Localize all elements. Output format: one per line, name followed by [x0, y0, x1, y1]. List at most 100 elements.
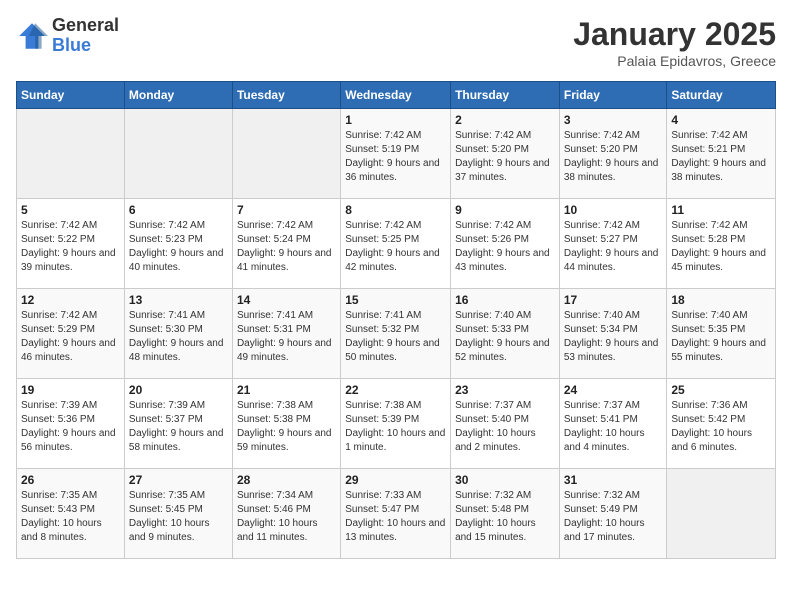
- calendar-body: 1Sunrise: 7:42 AM Sunset: 5:19 PM Daylig…: [17, 109, 776, 559]
- day-number: 8: [345, 203, 446, 217]
- day-info: Sunrise: 7:39 AM Sunset: 5:37 PM Dayligh…: [129, 399, 228, 455]
- day-cell: 14 Sunrise: 7:41 AM Sunset: 5:31 PM Dayli…: [232, 289, 340, 379]
- day-number: 31: [564, 473, 663, 487]
- day-number: 20: [129, 383, 228, 397]
- day-info: Sunrise: 7:42 AM Sunset: 5:28 PM Dayligh…: [671, 219, 771, 275]
- day-number: 18: [671, 293, 771, 307]
- logo: General Blue: [16, 16, 119, 56]
- day-number: 26: [21, 473, 120, 487]
- day-cell: 15 Sunrise: 7:41 AM Sunset: 5:32 PM Dayli…: [341, 289, 451, 379]
- day-number: 6: [129, 203, 228, 217]
- day-cell: 24Sunrise: 7:37 AM Sunset: 5:41 PM Dayli…: [559, 379, 667, 469]
- day-cell: [17, 109, 125, 199]
- day-number: 22: [345, 383, 446, 397]
- day-cell: 2Sunrise: 7:42 AM Sunset: 5:20 PM Daylig…: [451, 109, 560, 199]
- day-cell: 16 Sunrise: 7:40 AM Sunset: 5:33 PM Dayli…: [451, 289, 560, 379]
- day-info: Sunrise: 7:42 AM Sunset: 5:26 PM Dayligh…: [455, 219, 555, 275]
- day-number: 16: [455, 293, 555, 307]
- day-number: 7: [237, 203, 336, 217]
- day-header-monday: Monday: [124, 82, 232, 109]
- day-header-tuesday: Tuesday: [232, 82, 340, 109]
- day-info: Sunrise: 7:35 AM Sunset: 5:43 PM Dayligh…: [21, 489, 120, 545]
- day-header-sunday: Sunday: [17, 82, 125, 109]
- day-info: Sunrise: 7:37 AM Sunset: 5:41 PM Dayligh…: [564, 399, 663, 455]
- day-info: Sunrise: 7:41 AM Sunset: 5:30 PM Dayligh…: [129, 309, 228, 365]
- day-info: Sunrise: 7:41 AM Sunset: 5:32 PM Dayligh…: [345, 309, 446, 365]
- day-cell: 7 Sunrise: 7:42 AM Sunset: 5:24 PM Daylig…: [232, 199, 340, 289]
- day-cell: 11 Sunrise: 7:42 AM Sunset: 5:28 PM Dayli…: [667, 199, 776, 289]
- location-subtitle: Palaia Epidavros, Greece: [573, 53, 776, 69]
- day-cell: 19 Sunrise: 7:39 AM Sunset: 5:36 PM Dayli…: [17, 379, 125, 469]
- page-header: General Blue January 2025 Palaia Epidavr…: [16, 16, 776, 69]
- week-row-2: 5 Sunrise: 7:42 AM Sunset: 5:22 PM Daylig…: [17, 199, 776, 289]
- day-cell: 12 Sunrise: 7:42 AM Sunset: 5:29 PM Dayli…: [17, 289, 125, 379]
- day-cell: [124, 109, 232, 199]
- day-info: Sunrise: 7:38 AM Sunset: 5:39 PM Dayligh…: [345, 399, 446, 455]
- day-number: 3: [564, 113, 663, 127]
- day-number: 9: [455, 203, 555, 217]
- day-cell: 6Sunrise: 7:42 AM Sunset: 5:23 PM Daylig…: [124, 199, 232, 289]
- day-info: Sunrise: 7:34 AM Sunset: 5:46 PM Dayligh…: [237, 489, 336, 545]
- calendar-header: SundayMondayTuesdayWednesdayThursdayFrid…: [17, 82, 776, 109]
- title-block: January 2025 Palaia Epidavros, Greece: [573, 16, 776, 69]
- day-cell: 27 Sunrise: 7:35 AM Sunset: 5:45 PM Dayli…: [124, 469, 232, 559]
- day-info: Sunrise: 7:42 AM Sunset: 5:20 PM Dayligh…: [564, 129, 663, 185]
- day-number: 19: [21, 383, 120, 397]
- day-cell: 26 Sunrise: 7:35 AM Sunset: 5:43 PM Dayli…: [17, 469, 125, 559]
- day-info: Sunrise: 7:42 AM Sunset: 5:20 PM Dayligh…: [455, 129, 555, 185]
- day-info: Sunrise: 7:42 AM Sunset: 5:22 PM Dayligh…: [21, 219, 120, 275]
- day-number: 21: [237, 383, 336, 397]
- day-info: Sunrise: 7:40 AM Sunset: 5:35 PM Dayligh…: [671, 309, 771, 365]
- day-cell: 9 Sunrise: 7:42 AM Sunset: 5:26 PM Daylig…: [451, 199, 560, 289]
- day-number: 5: [21, 203, 120, 217]
- logo-text: General Blue: [52, 16, 119, 56]
- day-header-saturday: Saturday: [667, 82, 776, 109]
- day-number: 15: [345, 293, 446, 307]
- day-info: Sunrise: 7:42 AM Sunset: 5:24 PM Dayligh…: [237, 219, 336, 275]
- day-number: 10: [564, 203, 663, 217]
- day-cell: 3 Sunrise: 7:42 AM Sunset: 5:20 PM Daylig…: [559, 109, 667, 199]
- day-cell: 18 Sunrise: 7:40 AM Sunset: 5:35 PM Dayli…: [667, 289, 776, 379]
- day-cell: 13 Sunrise: 7:41 AM Sunset: 5:30 PM Dayli…: [124, 289, 232, 379]
- day-number: 11: [671, 203, 771, 217]
- day-number: 4: [671, 113, 771, 127]
- day-header-friday: Friday: [559, 82, 667, 109]
- day-number: 23: [455, 383, 555, 397]
- day-info: Sunrise: 7:42 AM Sunset: 5:25 PM Dayligh…: [345, 219, 446, 275]
- day-cell: 25Sunrise: 7:36 AM Sunset: 5:42 PM Dayli…: [667, 379, 776, 469]
- day-info: Sunrise: 7:42 AM Sunset: 5:29 PM Dayligh…: [21, 309, 120, 365]
- day-header-wednesday: Wednesday: [341, 82, 451, 109]
- day-number: 27: [129, 473, 228, 487]
- day-info: Sunrise: 7:42 AM Sunset: 5:21 PM Dayligh…: [671, 129, 771, 185]
- day-info: Sunrise: 7:32 AM Sunset: 5:49 PM Dayligh…: [564, 489, 663, 545]
- day-cell: 31 Sunrise: 7:32 AM Sunset: 5:49 PM Dayli…: [559, 469, 667, 559]
- day-info: Sunrise: 7:41 AM Sunset: 5:31 PM Dayligh…: [237, 309, 336, 365]
- logo-blue: Blue: [52, 36, 119, 56]
- day-cell: 29Sunrise: 7:33 AM Sunset: 5:47 PM Dayli…: [341, 469, 451, 559]
- header-row: SundayMondayTuesdayWednesdayThursdayFrid…: [17, 82, 776, 109]
- day-cell: 28Sunrise: 7:34 AM Sunset: 5:46 PM Dayli…: [232, 469, 340, 559]
- day-info: Sunrise: 7:39 AM Sunset: 5:36 PM Dayligh…: [21, 399, 120, 455]
- day-info: Sunrise: 7:35 AM Sunset: 5:45 PM Dayligh…: [129, 489, 228, 545]
- day-info: Sunrise: 7:38 AM Sunset: 5:38 PM Dayligh…: [237, 399, 336, 455]
- day-cell: 20 Sunrise: 7:39 AM Sunset: 5:37 PM Dayli…: [124, 379, 232, 469]
- day-cell: 21 Sunrise: 7:38 AM Sunset: 5:38 PM Dayli…: [232, 379, 340, 469]
- day-info: Sunrise: 7:33 AM Sunset: 5:47 PM Dayligh…: [345, 489, 446, 545]
- day-cell: 22 Sunrise: 7:38 AM Sunset: 5:39 PM Dayli…: [341, 379, 451, 469]
- logo-icon: [16, 20, 48, 52]
- day-cell: [667, 469, 776, 559]
- day-number: 13: [129, 293, 228, 307]
- day-info: Sunrise: 7:36 AM Sunset: 5:42 PM Dayligh…: [671, 399, 771, 455]
- day-cell: 4 Sunrise: 7:42 AM Sunset: 5:21 PM Daylig…: [667, 109, 776, 199]
- day-number: 12: [21, 293, 120, 307]
- day-info: Sunrise: 7:42 AM Sunset: 5:27 PM Dayligh…: [564, 219, 663, 275]
- day-info: Sunrise: 7:40 AM Sunset: 5:33 PM Dayligh…: [455, 309, 555, 365]
- day-info: Sunrise: 7:40 AM Sunset: 5:34 PM Dayligh…: [564, 309, 663, 365]
- week-row-3: 12 Sunrise: 7:42 AM Sunset: 5:29 PM Dayli…: [17, 289, 776, 379]
- week-row-4: 19 Sunrise: 7:39 AM Sunset: 5:36 PM Dayli…: [17, 379, 776, 469]
- day-number: 1: [345, 113, 446, 127]
- day-number: 14: [237, 293, 336, 307]
- day-cell: 23Sunrise: 7:37 AM Sunset: 5:40 PM Dayli…: [451, 379, 560, 469]
- day-number: 17: [564, 293, 663, 307]
- day-header-thursday: Thursday: [451, 82, 560, 109]
